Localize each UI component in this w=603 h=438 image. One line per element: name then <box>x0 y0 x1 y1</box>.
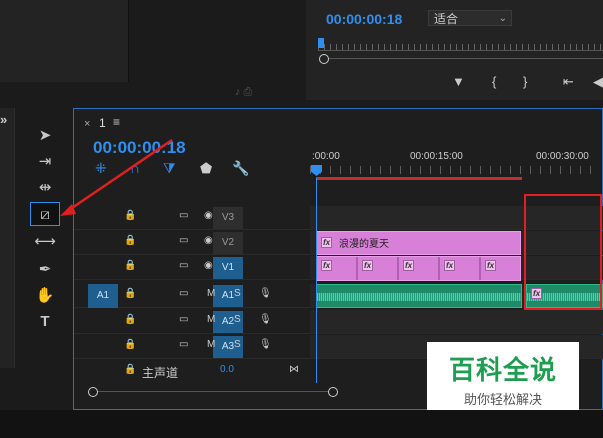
watermark-subtitle: 助你轻松解决 <box>463 392 542 407</box>
watermark-title: 百科全说 <box>448 355 557 385</box>
watermark: 百科全说 助你轻松解决 <box>427 342 579 412</box>
red-arrow-line <box>65 138 173 214</box>
bottom-panel-edge <box>0 410 603 438</box>
